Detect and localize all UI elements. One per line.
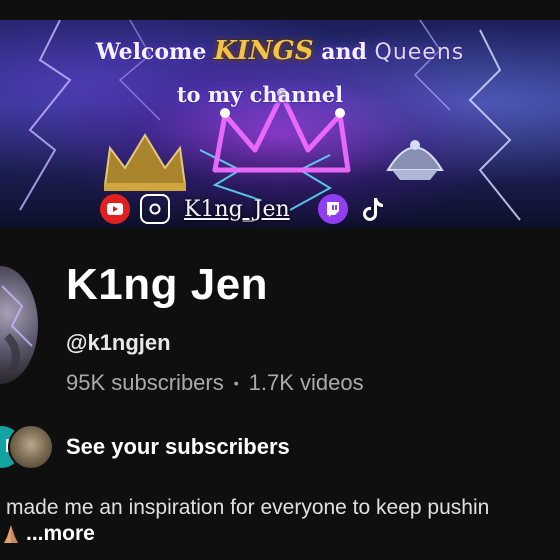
banner-social-row: K1ng_Jen — [100, 194, 388, 224]
banner-welcome-word: Welcome — [95, 39, 207, 65]
twitch-icon — [317, 194, 348, 224]
channel-banner: Welcome KINGS and Queens to my channel K… — [0, 20, 560, 228]
silver-tiara-art — [386, 140, 444, 180]
instagram-icon — [140, 194, 170, 224]
description-line-2: ...more — [0, 522, 560, 546]
channel-stats: 95K subscribers • 1.7K videos — [66, 370, 364, 396]
channel-handle: @k1ngjen — [66, 330, 171, 355]
subscriber-avatar-cat — [8, 424, 54, 470]
tiktok-icon — [358, 194, 388, 224]
channel-description[interactable]: made me an inspiration for everyone to k… — [6, 496, 560, 520]
banner-and-word: and — [321, 39, 367, 65]
stats-separator: • — [233, 375, 239, 391]
see-subscribers-row[interactable]: I See your subscribers — [0, 424, 560, 470]
banner-welcome-text: Welcome KINGS and Queens — [0, 36, 560, 66]
more-button[interactable]: ...more — [26, 522, 95, 546]
banner-kings-word: KINGS — [214, 36, 314, 66]
subscriber-count: 95K subscribers — [66, 370, 224, 395]
banner-queens-word: Queens — [374, 40, 465, 65]
channel-page: Welcome KINGS and Queens to my channel K… — [0, 0, 560, 560]
youtube-icon — [100, 194, 130, 224]
channel-avatar[interactable] — [0, 266, 38, 384]
video-count: 1.7K videos — [248, 370, 364, 395]
banner-subtitle: to my channel — [176, 82, 344, 107]
banner-social-handle: K1ng_Jen — [184, 196, 290, 222]
see-subscribers-link[interactable]: See your subscribers — [66, 434, 290, 460]
avatar-art — [1, 285, 33, 373]
praying-hands-icon — [0, 523, 22, 545]
gold-crown-art — [103, 133, 187, 191]
channel-name: K1ng Jen — [66, 260, 269, 309]
